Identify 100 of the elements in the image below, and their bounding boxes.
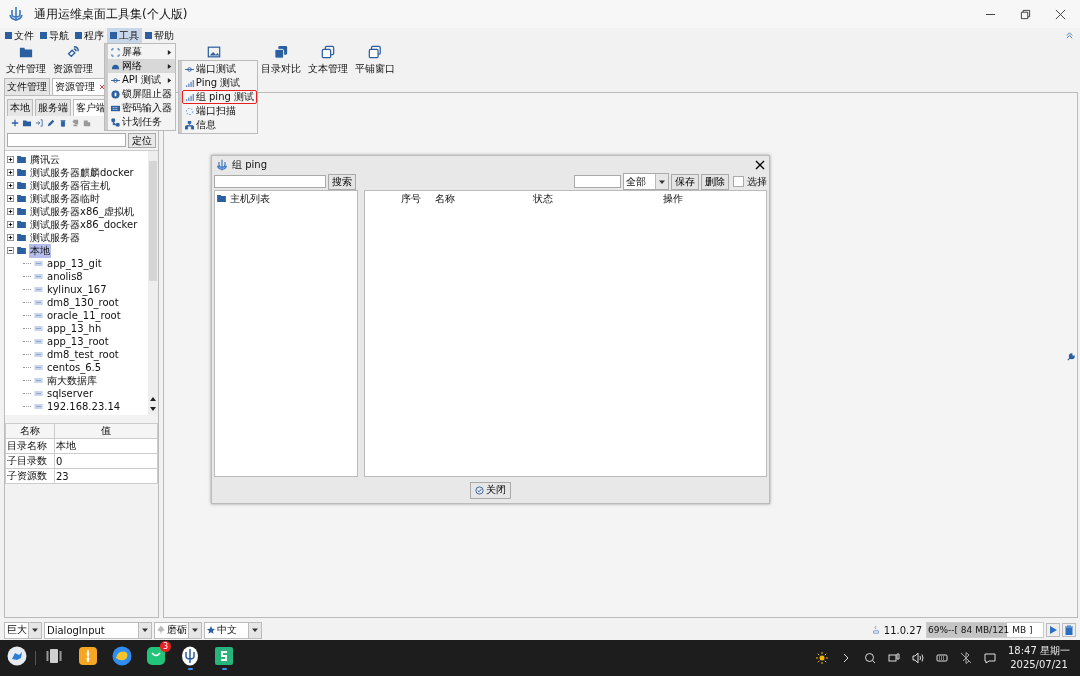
keyboard-icon[interactable] [936, 652, 948, 664]
tree-item[interactable]: 南大数据库 [46, 373, 98, 388]
tree-item[interactable]: dm8_130_root [46, 297, 120, 308]
dropdown[interactable]: DialogInput [44, 621, 152, 639]
volume-icon[interactable] [912, 652, 924, 664]
toolbar-label[interactable]: 目录对比 [260, 62, 301, 76]
message-icon[interactable] [984, 652, 996, 664]
expander-icon[interactable] [7, 156, 14, 163]
filter-field[interactable] [574, 175, 621, 188]
tree-item[interactable]: app_13_hh [46, 323, 103, 334]
scrollbar[interactable] [148, 151, 158, 415]
copy-icon[interactable] [273, 45, 288, 59]
action-button[interactable]: 保存 [671, 173, 699, 190]
menu-item[interactable]: 网络 [108, 59, 175, 73]
tree-item[interactable]: 腾讯云 [29, 152, 61, 167]
expander-icon[interactable] [7, 169, 14, 176]
toolbar-label[interactable]: 资源管理 [52, 62, 93, 76]
expander-icon[interactable] [7, 234, 14, 241]
copy-icon[interactable] [71, 119, 79, 127]
checkbox-label[interactable]: 选择 [747, 174, 767, 189]
collapse-icon[interactable] [1065, 31, 1074, 40]
tree-item[interactable]: oracle_11_root [46, 310, 122, 321]
tree-item[interactable]: 本地 [29, 243, 51, 258]
action-button[interactable]: 删除 [701, 173, 729, 190]
tree-item[interactable]: anolis8 [46, 271, 84, 282]
scroll-up-icon[interactable] [149, 395, 157, 403]
notes-app-icon[interactable] [78, 646, 98, 666]
image-icon[interactable] [206, 45, 221, 59]
tree-item[interactable]: 测试服务器临时 [29, 191, 101, 206]
toolbar-label[interactable]: 文本管理 [307, 62, 348, 76]
monitor-icon[interactable] [888, 652, 900, 664]
menu-item[interactable]: 密码输入器 [108, 101, 175, 115]
satellite-icon[interactable] [65, 45, 80, 59]
tree-item[interactable]: centos_6.5 [46, 362, 103, 373]
tree-item[interactable]: 测试服务器宿主机 [29, 178, 111, 193]
filter-dropdown[interactable]: 全部 [623, 173, 669, 190]
search-field[interactable] [214, 175, 326, 188]
menu-item[interactable]: 计划任务 [108, 115, 175, 129]
caret-icon[interactable] [251, 626, 259, 634]
expander-icon[interactable] [7, 195, 14, 202]
clock-date[interactable]: 2025/07/21 [1010, 658, 1068, 672]
trident-app-icon[interactable] [180, 646, 200, 666]
paste-icon[interactable] [83, 119, 91, 127]
menu-item[interactable]: 文件 [2, 28, 37, 43]
tree-item[interactable]: app_13_root [46, 336, 110, 347]
expander-icon[interactable] [7, 182, 14, 189]
panel-tab[interactable]: 服务端 [35, 99, 71, 116]
toolbar-label[interactable]: 文件管理 [5, 62, 46, 76]
dropdown[interactable]: 磨砺 [154, 621, 202, 639]
menu-item[interactable]: API 测试 [108, 73, 175, 87]
menu-item[interactable]: 帮助 [142, 28, 177, 43]
search-icon[interactable] [864, 652, 876, 664]
add-icon[interactable] [11, 119, 19, 127]
menu-item[interactable]: 工具 [107, 28, 142, 43]
multitask-icon[interactable] [44, 646, 64, 666]
tree-item[interactable]: 192.168.23.14 [46, 401, 122, 412]
expander-icon[interactable] [7, 247, 14, 254]
pencil-icon[interactable] [47, 119, 55, 127]
import-icon[interactable] [35, 119, 43, 127]
locate-button[interactable]: 定位 [128, 133, 156, 148]
expander-icon[interactable] [7, 221, 14, 228]
dropdown[interactable]: 巨大 [4, 621, 42, 639]
tree-item[interactable]: 测试服务器 [29, 230, 81, 245]
menu-item[interactable]: 导航 [37, 28, 72, 43]
search-field[interactable] [7, 133, 126, 147]
tree-item[interactable]: dm8_test_root [46, 349, 120, 360]
bluetooth-off-icon[interactable] [960, 652, 972, 664]
search-button[interactable]: 搜索 [328, 173, 356, 190]
panel-tab[interactable]: 文件管理 [4, 78, 50, 95]
folder-icon[interactable] [18, 45, 33, 59]
dropdown[interactable]: 中文 [204, 621, 262, 639]
scroll-down-icon[interactable] [149, 405, 157, 413]
menu-item[interactable]: 端口扫描 [181, 104, 257, 118]
close-icon[interactable] [755, 159, 765, 170]
panel-tab[interactable]: 本地 [7, 99, 33, 116]
browser-app-icon[interactable] [112, 646, 132, 666]
menu-item[interactable]: Ping 测试 [181, 76, 257, 90]
toolbar-label[interactable]: 平铺窗口 [354, 62, 395, 76]
menu-item[interactable]: 信息 [181, 118, 257, 132]
windows-icon[interactable] [367, 45, 382, 59]
menu-item[interactable]: 程序 [72, 28, 107, 43]
check-circle-icon[interactable] [475, 485, 484, 495]
menu-item[interactable]: 组 ping 测试 [181, 90, 257, 104]
caret-icon[interactable] [141, 626, 149, 634]
tree-item[interactable]: sqlserver [46, 388, 94, 399]
tree-item[interactable]: 测试服务器x86_docker [29, 217, 139, 232]
tree-item[interactable]: 主机列表 [229, 191, 271, 206]
launcher-icon[interactable] [7, 646, 27, 666]
tree-item[interactable]: 测试服务器x86_虚拟机 [29, 204, 135, 219]
wrench-icon[interactable] [1067, 353, 1075, 361]
sheet-app-icon[interactable] [214, 646, 234, 666]
sun-icon[interactable] [816, 652, 828, 664]
clock-time[interactable]: 18:47 星期一 [1008, 644, 1070, 658]
window-icon[interactable] [320, 45, 335, 59]
restore-icon[interactable] [1020, 8, 1031, 20]
tree-item[interactable]: app_13_git [46, 258, 103, 269]
folder-add-icon[interactable] [23, 119, 31, 127]
menu-item[interactable]: 端口测试 [181, 62, 257, 76]
menu-item[interactable]: 锁屏阻止器 [108, 87, 175, 101]
caret-icon[interactable] [191, 626, 199, 634]
